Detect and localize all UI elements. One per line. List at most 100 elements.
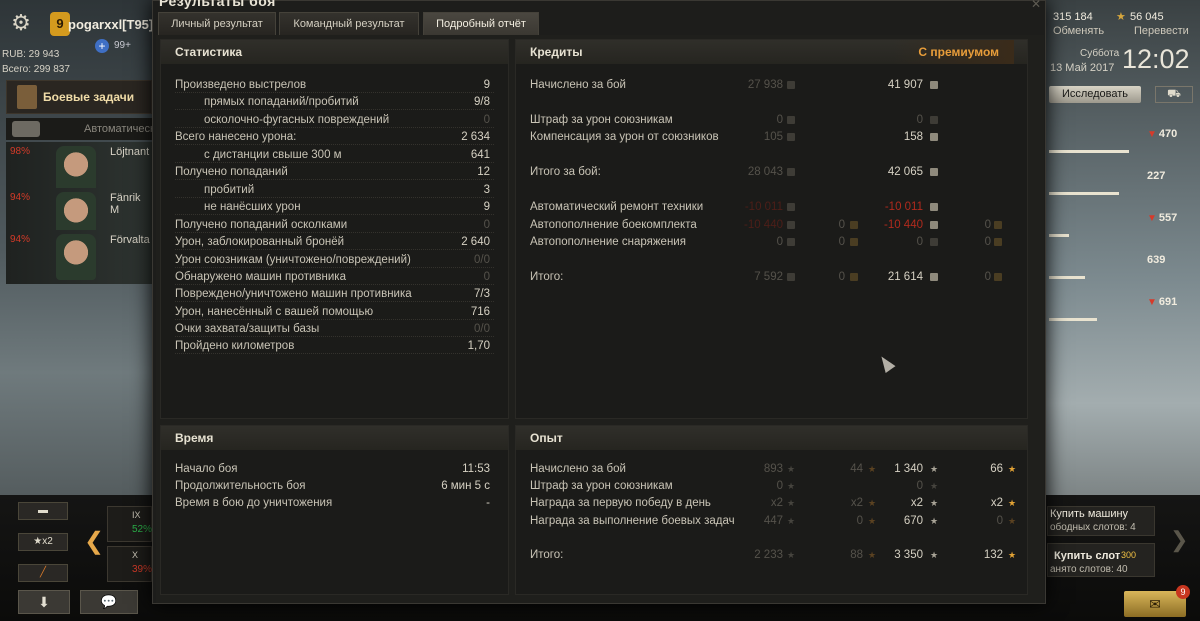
row-divider xyxy=(175,353,494,354)
crew-name: Fänrik M xyxy=(110,192,141,216)
statistics-row: с дистанции свыше 300 м 641 xyxy=(161,147,508,164)
chat-icon[interactable]: 💬 xyxy=(80,590,138,614)
credits-premium: 41 907 xyxy=(887,79,923,91)
experience-label: Награда за первую победу в день xyxy=(530,497,711,509)
download-icon[interactable]: ⬇ xyxy=(18,590,70,614)
x2-label: x2 xyxy=(42,536,53,547)
statistics-label: Всего нанесено урона: xyxy=(175,131,297,143)
vehicle-stat: 639 xyxy=(1147,254,1165,266)
vehicle-stat-value: 227 xyxy=(1147,170,1166,182)
row-divider xyxy=(175,162,494,163)
credits-premium: 0 xyxy=(916,114,923,126)
statistics-row: Всего нанесено урона: 2 634 xyxy=(161,129,508,146)
crew-name: Förvalta xyxy=(110,234,150,246)
carousel-right-arrow-icon[interactable]: ❯ xyxy=(1170,527,1188,553)
gold-icon xyxy=(850,221,858,229)
credits-icon xyxy=(930,133,938,141)
credits-row: Итого за бой: 28 043 42 065 xyxy=(516,164,1027,181)
close-icon[interactable]: ✕ xyxy=(1031,0,1041,11)
gold-icon xyxy=(994,238,1002,246)
tab-team[interactable]: Командный результат xyxy=(279,12,419,35)
vehicle-stat-value: 470 xyxy=(1158,128,1178,140)
premium-plus-icon[interactable]: + xyxy=(95,39,109,53)
research-button[interactable]: Исследовать xyxy=(1049,86,1141,103)
crew-icon[interactable] xyxy=(12,121,40,137)
row-divider xyxy=(175,267,494,268)
vehicle-stat: 227 xyxy=(1147,170,1165,182)
tab-personal[interactable]: Личный результат xyxy=(158,12,276,35)
credits-standard: 27 938 xyxy=(747,79,783,91)
rub-balance: RUB: 29 943 xyxy=(2,49,60,60)
arrow-down-icon: ▼ xyxy=(1147,129,1157,140)
statistics-value: 0/0 xyxy=(474,254,490,266)
statistics-row: не нанёсших урон 9 xyxy=(161,199,508,216)
screen: { "window": { "title": "Результаты боя",… xyxy=(0,0,1200,621)
free-xp-star-icon: ★ xyxy=(1008,464,1017,474)
credits-label: Итого за бой: xyxy=(530,166,601,178)
row-divider xyxy=(175,301,494,302)
credits-premium: -10 011 xyxy=(884,201,923,213)
free-xp-premium: 66 xyxy=(990,463,1003,475)
credits-icon xyxy=(930,81,938,89)
statistics-panel: Статистика Произведено выстрелов 9 прямых … xyxy=(160,39,509,419)
statistics-label: с дистанции свыше 300 м xyxy=(204,149,342,161)
statistics-value: 3 xyxy=(483,184,490,196)
experience-label: Начислено за бой xyxy=(530,463,626,475)
x2-filter-button[interactable]: ★x2 xyxy=(18,533,68,551)
carousel-tank-slot[interactable]: X 39% xyxy=(107,546,152,582)
statistics-row: осколочно-фугасных повреждений 0 xyxy=(161,112,508,129)
crew-member[interactable]: 94% Förvalta xyxy=(6,230,152,284)
clan-badge-icon[interactable]: 9 xyxy=(50,12,70,36)
panel-header: Статистика xyxy=(161,40,508,64)
credits-label: Автопополнение боекомплекта xyxy=(530,219,697,231)
credits-title: Кредиты xyxy=(530,45,583,59)
statistics-value: 12 xyxy=(477,166,490,178)
statistics-row: Получено попаданий 12 xyxy=(161,164,508,181)
time-label: Время в бою до уничтожения xyxy=(175,497,333,509)
free-xp-standard: 88 xyxy=(850,549,863,561)
credits-icon xyxy=(930,116,938,124)
convert-button[interactable]: Перевести xyxy=(1134,25,1189,37)
missions-button[interactable]: Боевые задачи xyxy=(6,80,152,114)
statistics-row: Пройдено километров 1,70 xyxy=(161,338,508,355)
carousel-left-arrow-icon[interactable]: ❮ xyxy=(84,527,104,556)
xp-star-icon: ★ xyxy=(787,498,796,508)
settings-gear-icon[interactable]: ⚙ xyxy=(8,10,34,36)
experience-row: Награда за первую победу в день x2 ★ x2 ★ x2 ★… xyxy=(516,495,1027,512)
row-divider xyxy=(175,232,494,233)
free-xp-star-icon: ★ xyxy=(868,464,877,474)
panel-header: Кредиты С премиумом xyxy=(516,40,1027,64)
credits-standard: 28 043 xyxy=(747,166,783,178)
gold-standard: 0 xyxy=(838,219,845,231)
credits-icon xyxy=(930,221,938,229)
crew-skill-pct: 94% xyxy=(10,192,31,203)
tank-filter-button[interactable]: ▬ xyxy=(18,502,68,520)
tab-detailed[interactable]: Подробный отчёт xyxy=(423,12,539,35)
xp-standard: 2 233 xyxy=(754,549,783,561)
row-divider xyxy=(175,319,494,320)
row-divider xyxy=(175,336,494,337)
credits-row: Штраф за урон союзникам 0 0 xyxy=(516,112,1027,129)
credits-icon xyxy=(930,273,938,281)
xp-standard: 0 xyxy=(776,480,783,492)
player-name[interactable]: pogarxxl[T95] xyxy=(68,17,153,32)
xp-star-icon: ★ xyxy=(787,516,796,526)
statistics-value: 9/8 xyxy=(474,96,490,108)
credits-standard: 0 xyxy=(776,114,783,126)
credits-standard: 105 xyxy=(763,131,783,143)
xp-premium: 670 xyxy=(903,515,923,527)
gold-premium: 0 xyxy=(984,236,991,248)
missions-icon xyxy=(17,85,37,109)
clock: 12:02 xyxy=(1122,44,1190,74)
tank-tier: IX xyxy=(132,510,141,520)
xp-star-icon: ★ xyxy=(930,516,939,526)
free-xp-standard: 44 xyxy=(850,463,863,475)
carousel-tank-slot[interactable]: IX 52% xyxy=(107,506,152,542)
filter-slash-button[interactable]: ╱ xyxy=(18,564,68,582)
exchange-button[interactable]: Обменять xyxy=(1053,25,1104,37)
vehicle-view-button[interactable]: ⛟ xyxy=(1155,86,1193,103)
time-value: - xyxy=(486,497,490,509)
buy-tank-label: Купить машину xyxy=(1050,508,1129,520)
xp-standard: 893 xyxy=(763,463,783,475)
credits-standard: -10 440 xyxy=(743,219,783,231)
